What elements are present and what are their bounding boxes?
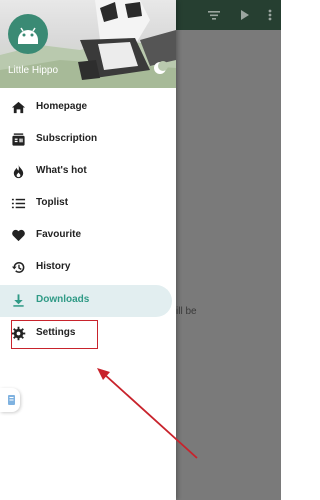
nav-label: Downloads	[36, 294, 90, 305]
nav-label: History	[36, 261, 71, 272]
nav-item-homepage[interactable]: Homepage	[0, 92, 172, 124]
history-icon	[11, 262, 25, 273]
nav-label: Toplist	[36, 197, 69, 208]
note-icon	[8, 395, 15, 405]
moon-icon[interactable]	[152, 60, 168, 76]
background-text: ill be	[176, 306, 197, 317]
play-icon[interactable]	[236, 7, 252, 23]
more-vert-icon[interactable]	[262, 7, 278, 23]
download-icon	[13, 294, 24, 307]
nav-label: Subscription	[36, 133, 98, 144]
nav-item-history[interactable]: History	[0, 252, 172, 284]
nav-item-downloads[interactable]: Downloads	[0, 285, 172, 317]
settings-highlight-box	[11, 320, 98, 349]
nav-item-toplist[interactable]: Toplist	[0, 188, 172, 220]
nav-label: What's hot	[36, 165, 87, 176]
nav-item-favourite[interactable]: Favourite	[0, 220, 172, 252]
fire-icon	[13, 164, 24, 179]
home-icon	[11, 101, 26, 114]
nav-label: Homepage	[36, 101, 88, 112]
list-icon	[11, 198, 26, 209]
side-handle[interactable]	[0, 388, 20, 412]
drawer-header: Little Hippo	[0, 0, 176, 88]
app-toolbar	[176, 0, 281, 30]
android-logo-icon	[8, 14, 48, 54]
subscription-icon	[12, 133, 25, 146]
nav-item-subscription[interactable]: Subscription	[0, 124, 172, 156]
heart-icon	[12, 229, 25, 242]
app-name: Little Hippo	[8, 65, 59, 76]
navigation-drawer: Little Hippo Homepage Subscription What'…	[0, 0, 176, 500]
nav-item-whats-hot[interactable]: What's hot	[0, 156, 172, 188]
nav-label: Favourite	[36, 229, 82, 240]
filter-icon[interactable]	[206, 7, 222, 23]
